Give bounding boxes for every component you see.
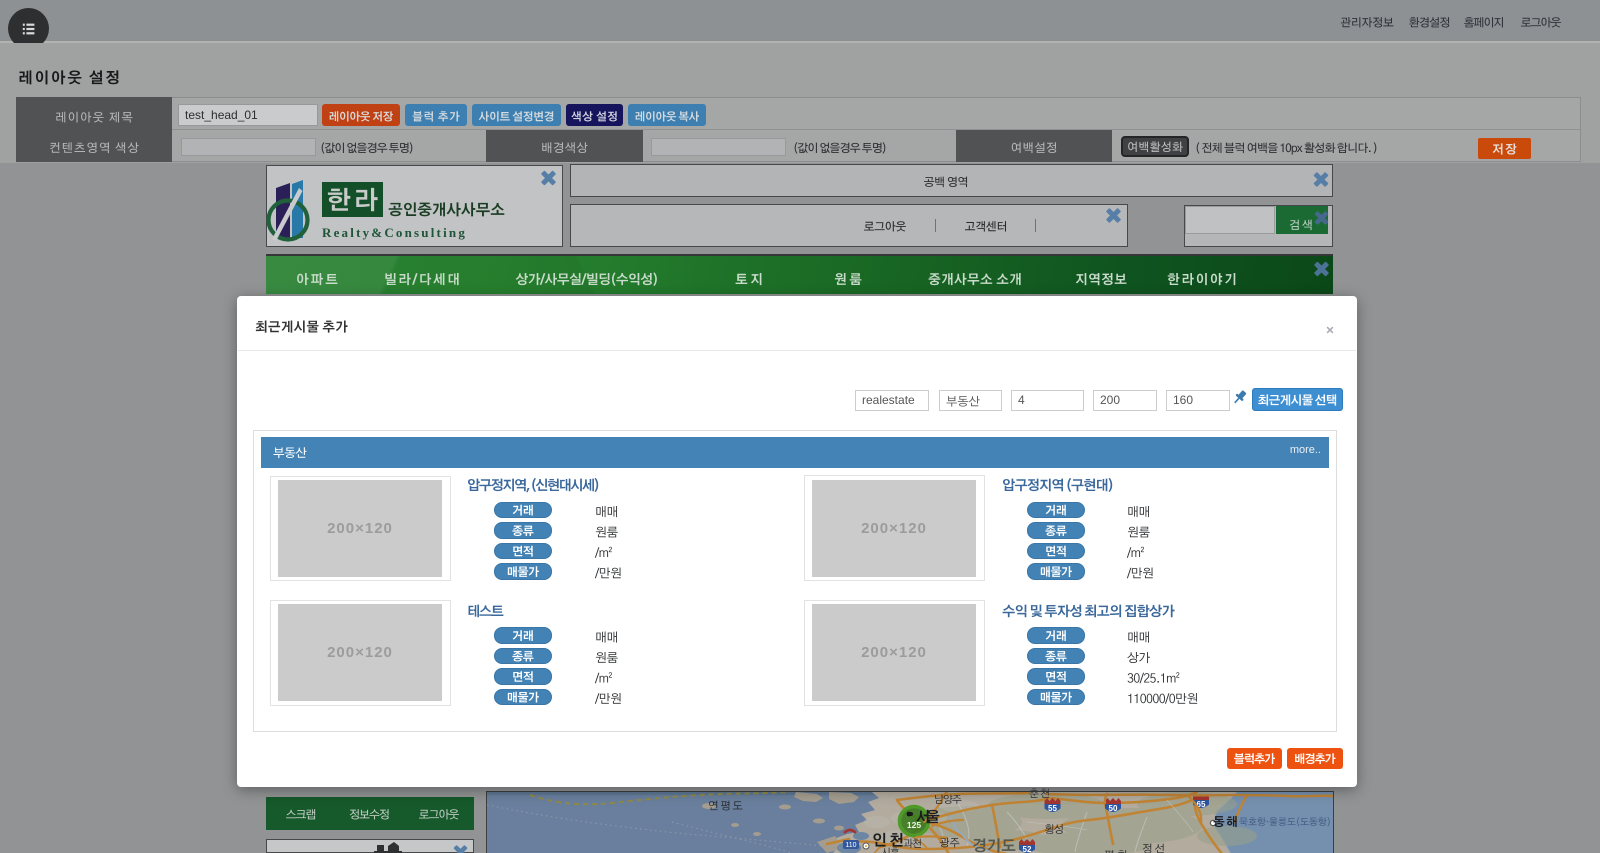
svg-text:110: 110 [845, 842, 856, 849]
svg-text:50: 50 [1109, 804, 1118, 813]
svg-text:55: 55 [1048, 804, 1057, 813]
svg-text:52: 52 [1023, 845, 1032, 853]
svg-text:125: 125 [907, 820, 921, 830]
